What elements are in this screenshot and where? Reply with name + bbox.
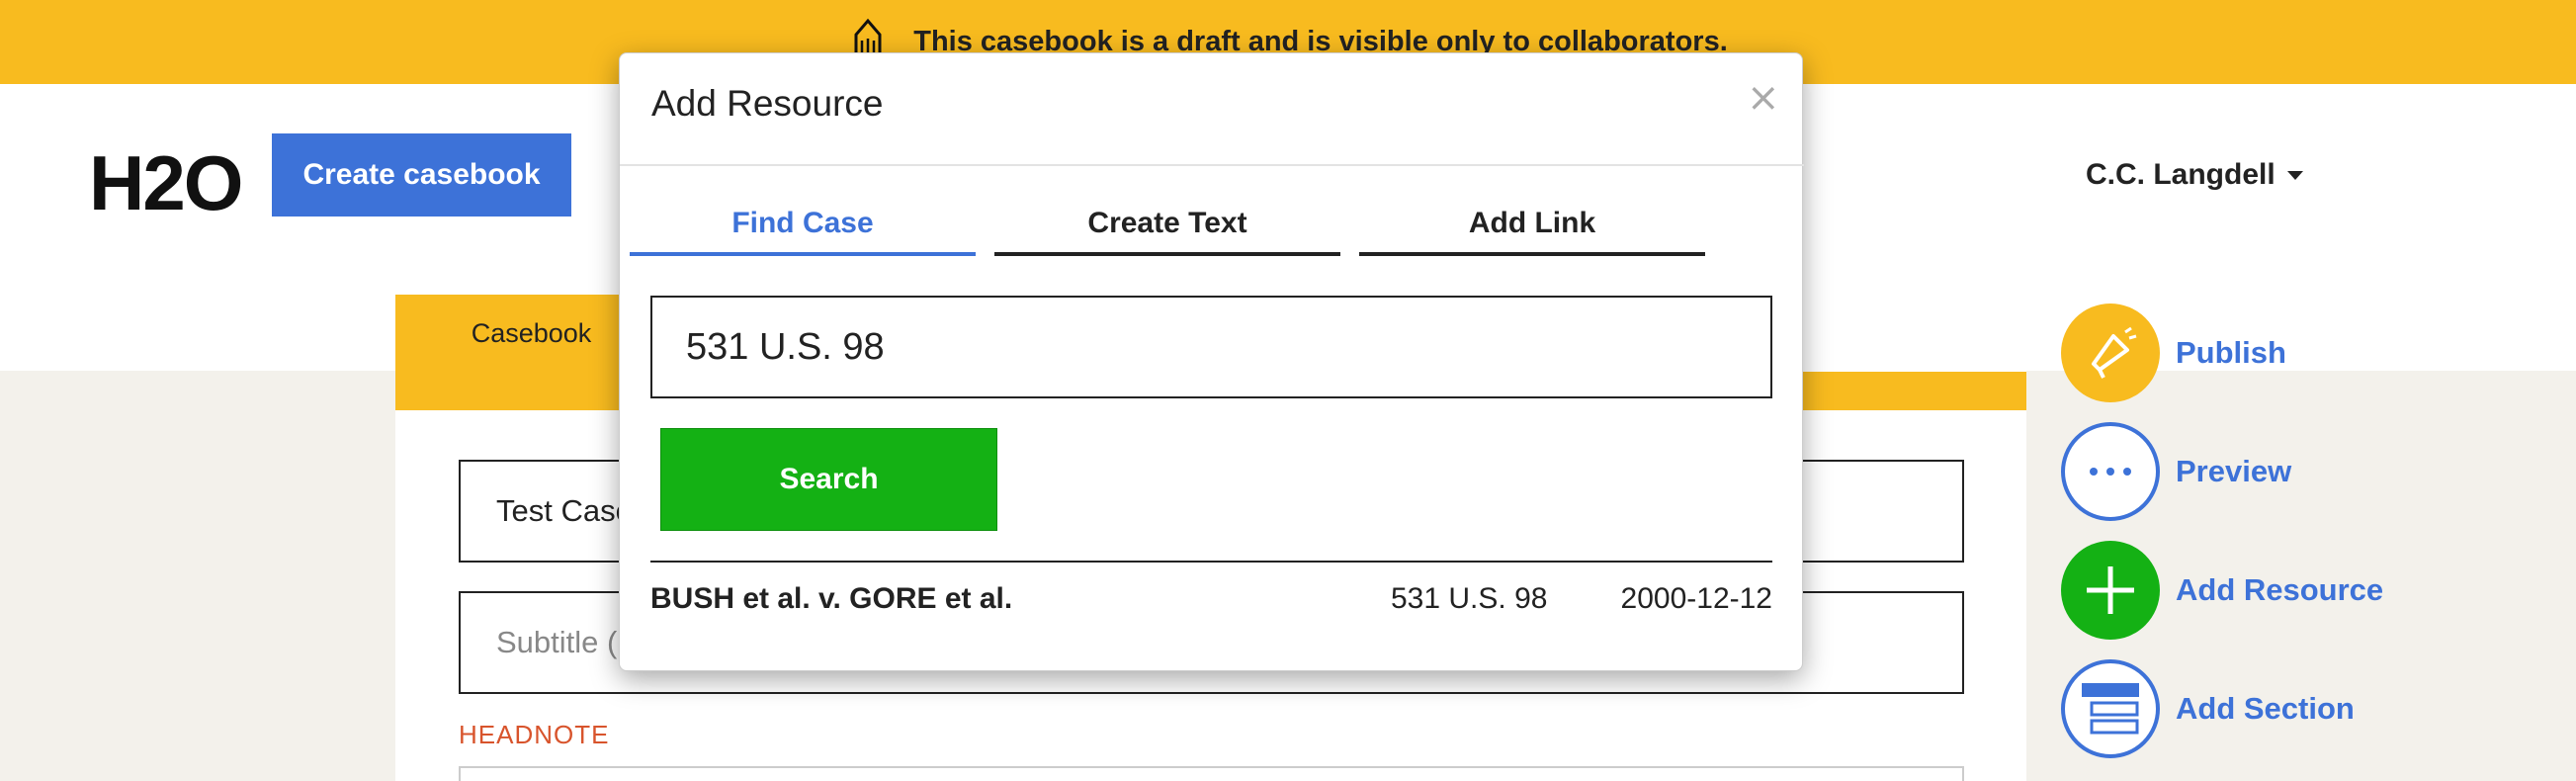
add-section-action[interactable]: Add Section — [2061, 659, 2355, 758]
case-name: BUSH et al. v. GORE et al. — [650, 582, 1013, 615]
tab-create-text[interactable]: Create Text — [994, 207, 1340, 256]
add-resource-modal: Add Resource × Find Case Create Text Add… — [619, 52, 1804, 671]
case-citation: 531 U.S. 98 — [1391, 582, 1548, 615]
h2o-logo[interactable]: H2O — [89, 138, 243, 228]
ellipsis-icon — [2061, 422, 2160, 521]
modal-title: Add Resource — [651, 83, 884, 124]
close-icon[interactable]: × — [1747, 75, 1780, 121]
publish-action[interactable]: Publish — [2061, 304, 2286, 402]
modal-divider — [620, 164, 1804, 166]
user-menu[interactable]: C.C. Langdell — [2086, 158, 2303, 192]
preview-label: Preview — [2176, 454, 2292, 488]
create-casebook-button[interactable]: Create casebook — [272, 133, 571, 217]
case-result-row[interactable]: BUSH et al. v. GORE et al. 531 U.S. 98 2… — [650, 582, 1772, 632]
tab-find-case[interactable]: Find Case — [630, 207, 976, 256]
caret-down-icon — [2286, 170, 2303, 180]
add-section-label: Add Section — [2176, 691, 2355, 726]
user-name: C.C. Langdell — [2086, 158, 2275, 191]
plus-icon — [2061, 541, 2160, 640]
headnote-label: HEADNOTE — [459, 720, 610, 749]
publish-label: Publish — [2176, 335, 2286, 370]
search-button[interactable]: Search — [660, 428, 997, 531]
results-divider — [650, 561, 1772, 563]
case-date: 2000-12-12 — [1620, 582, 1772, 615]
add-resource-action[interactable]: Add Resource — [2061, 541, 2383, 640]
add-resource-label: Add Resource — [2176, 572, 2384, 607]
megaphone-icon — [2061, 304, 2160, 402]
tab-add-link[interactable]: Add Link — [1359, 207, 1705, 256]
preview-action[interactable]: Preview — [2061, 422, 2291, 521]
case-search-input[interactable] — [650, 296, 1772, 398]
section-icon — [2061, 659, 2160, 758]
headnote-editor[interactable] — [459, 766, 1964, 781]
